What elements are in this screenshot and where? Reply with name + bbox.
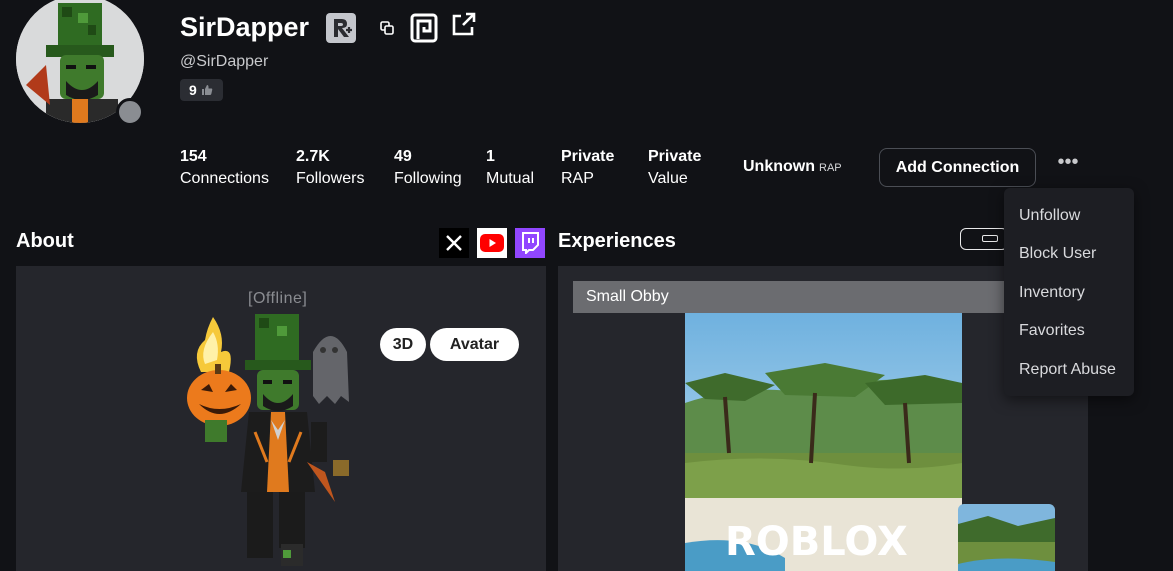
roblox-logo-text: ROBLOX xyxy=(725,519,908,565)
stat-label: Value xyxy=(648,170,688,187)
profile-page: SirDapper @SirDapper 9 154 Connections 2… xyxy=(0,0,1173,571)
stat-value: 49 xyxy=(394,148,412,165)
stat-value-total: Private Value xyxy=(648,146,701,190)
menu-item-unfollow[interactable]: Unfollow xyxy=(1019,207,1080,225)
stat-label: RAP xyxy=(561,170,594,187)
stat-following[interactable]: 49 Following xyxy=(394,146,462,190)
display-name: SirDapper xyxy=(180,12,310,42)
stat-label: Followers xyxy=(296,170,365,187)
experiences-heading: Experiences xyxy=(558,230,676,252)
menu-item-inventory[interactable]: Inventory xyxy=(1019,284,1085,302)
twitch-icon[interactable] xyxy=(515,228,545,258)
stat-value: Private xyxy=(561,148,615,165)
copy-icon[interactable] xyxy=(377,18,397,38)
unknown-rap: Unknown RAP xyxy=(743,156,842,179)
about-heading: About xyxy=(16,230,74,252)
stat-label: Following xyxy=(394,170,462,187)
menu-item-block-user[interactable]: Block User xyxy=(1019,245,1096,263)
add-connection-button[interactable]: Add Connection xyxy=(879,148,1036,187)
unknown-rap-value: Unknown xyxy=(743,158,815,175)
youtube-icon[interactable] xyxy=(477,228,507,258)
more-options-button[interactable]: ••• xyxy=(1056,152,1080,180)
trade-icon[interactable] xyxy=(409,13,439,43)
username-handle: @SirDapper xyxy=(180,53,269,70)
stat-value: 154 xyxy=(180,148,207,165)
stat-rap: Private RAP xyxy=(561,146,614,190)
view-3d-button[interactable]: 3D xyxy=(380,328,426,361)
unknown-rap-label: RAP xyxy=(819,162,842,174)
menu-item-favorites[interactable]: Favorites xyxy=(1019,322,1085,340)
stat-value: 2.7K xyxy=(296,148,330,165)
avatar-fullbody-image xyxy=(187,314,349,566)
stat-mutual[interactable]: 1 Mutual xyxy=(486,146,534,190)
thumbs-up-icon xyxy=(201,85,213,95)
badge-count: 9 xyxy=(180,79,223,101)
game-title[interactable]: Small Obby xyxy=(573,281,1013,313)
x-icon[interactable] xyxy=(439,228,469,258)
more-options-menu: Unfollow Block User Inventory Favorites … xyxy=(1004,188,1134,396)
stat-value: Private xyxy=(648,148,702,165)
external-link-icon[interactable] xyxy=(448,10,478,40)
presence-indicator xyxy=(116,98,144,126)
presence-status-text: [Offline] xyxy=(248,290,308,307)
menu-item-report-abuse[interactable]: Report Abuse xyxy=(1019,361,1116,379)
stat-label: Mutual xyxy=(486,170,535,187)
stat-followers[interactable]: 2.7K Followers xyxy=(296,146,364,190)
game-thumbnail-small[interactable] xyxy=(958,504,1055,571)
view-toggle-button[interactable] xyxy=(960,228,1008,250)
game-thumbnail[interactable]: ROBLOX xyxy=(685,313,962,571)
stat-label: Connections xyxy=(180,170,269,187)
badge-count-value: 9 xyxy=(189,82,197,98)
view-avatar-button[interactable]: Avatar xyxy=(430,328,519,361)
premium-badge-icon xyxy=(326,13,356,43)
stat-value: 1 xyxy=(486,148,495,165)
stat-connections[interactable]: 154 Connections xyxy=(180,146,269,190)
